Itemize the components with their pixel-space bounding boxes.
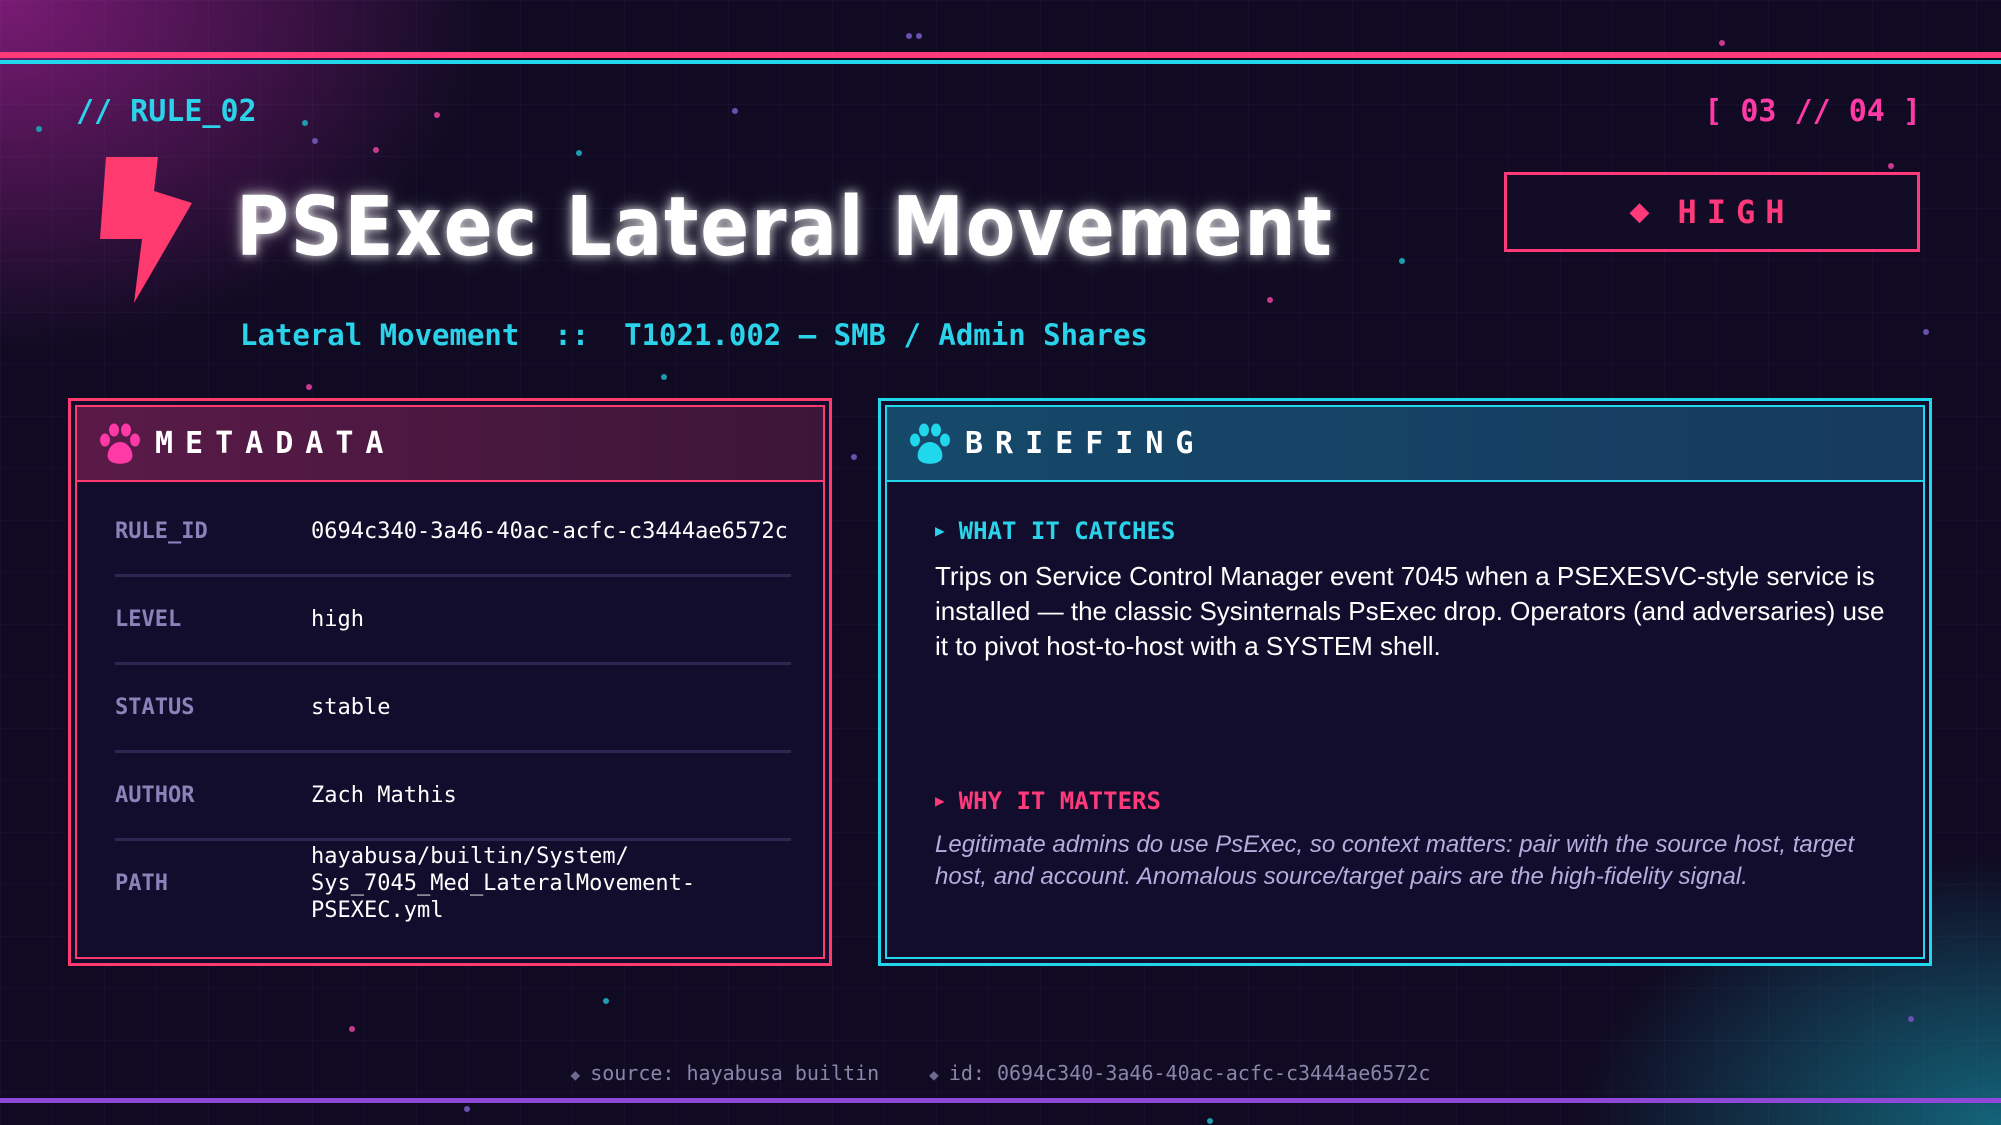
why-it-matters-heading: ▶ WHY IT MATTERS (935, 787, 1161, 815)
decorative-dot (1923, 329, 1929, 335)
paw-icon (100, 423, 140, 464)
decorative-dot (576, 150, 582, 156)
lightning-bolt-icon (100, 157, 192, 303)
level-value: high (311, 607, 364, 632)
table-row: LEVEL high (115, 577, 791, 665)
why-it-matters-text: Legitimate admins do use PsExec, so cont… (935, 831, 1855, 890)
footer-id-text: id: 0694c340-3a46-40ac-acfc-c3444ae6572c (948, 1061, 1431, 1085)
severity-badge: ◆ HIGH (1504, 172, 1920, 252)
rule-id-key: RULE_ID (115, 519, 208, 544)
triangle-right-icon: ▶ (935, 521, 945, 540)
what-it-catches-heading: ▶ WHAT IT CATCHES (935, 517, 1175, 545)
footer-id: ◆ id: 0694c340-3a46-40ac-acfc-c3444ae6572… (929, 1061, 1430, 1085)
decorative-dot (1207, 1118, 1213, 1124)
rule-tag: // RULE_02 (76, 94, 257, 129)
decorative-dot (906, 33, 912, 39)
briefing-title: BRIEFING (965, 426, 1206, 461)
status-value: stable (311, 695, 391, 720)
page-counter: [ 03 // 04 ] (1704, 94, 1921, 129)
path-value: hayabusa/builtin/System/ Sys_7045_Med_La… (311, 844, 696, 923)
decorative-dot (312, 138, 318, 144)
decorative-dot (1399, 258, 1405, 264)
what-it-catches-text: Trips on Service Control Manager event 7… (935, 561, 1885, 661)
table-row: STATUS stable (115, 665, 791, 753)
rule-subtitle: Lateral Movement :: T1021.002 — SMB / Ad… (240, 318, 1148, 352)
metadata-table: RULE_ID 0694c340-3a46-40ac-acfc-c3444ae6… (115, 489, 791, 926)
path-key: PATH (115, 871, 168, 896)
diamond-icon: ◆ (929, 1065, 939, 1084)
decorative-dot (1267, 297, 1273, 303)
briefing-panel: BRIEFING ▶ WHAT IT CATCHES Trips on Servi… (878, 398, 1932, 966)
what-it-catches-label: WHAT IT CATCHES (958, 517, 1176, 545)
footer: ◆ source: hayabusa builtin ◆ id: 0694c340-… (0, 1061, 2001, 1085)
triangle-right-icon: ▶ (935, 791, 945, 810)
table-row: AUTHOR Zach Mathis (115, 753, 791, 841)
metadata-title: METADATA (155, 426, 396, 461)
why-it-matters-label: WHY IT MATTERS (958, 787, 1161, 815)
author-key: AUTHOR (115, 783, 195, 808)
top-accent-line-cyan (0, 60, 2001, 64)
top-accent-line (0, 52, 2001, 58)
decorative-dot (851, 454, 857, 460)
decorative-dot (373, 147, 379, 153)
decorative-dot (1719, 40, 1725, 46)
footer-source: ◆ source: hayabusa builtin (571, 1061, 880, 1085)
decorative-dot (349, 1026, 355, 1032)
metadata-panel-header: METADATA (77, 407, 823, 482)
diamond-icon: ◆ (570, 1065, 581, 1084)
decorative-dot (1908, 1016, 1914, 1022)
decorative-dot (603, 998, 609, 1004)
decorative-dot (1888, 163, 1894, 169)
decorative-dot (36, 126, 42, 132)
diamond-icon: ◆ (1629, 197, 1650, 227)
decorative-dot (732, 108, 738, 114)
decorative-dot (306, 384, 312, 390)
table-row: PATH hayabusa/builtin/System/ Sys_7045_M… (115, 841, 791, 926)
decorative-dot (464, 1106, 470, 1112)
rule-id-value: 0694c340-3a46-40ac-acfc-c3444ae6572c (311, 519, 788, 544)
bottom-accent-line (0, 1098, 2001, 1103)
table-row: RULE_ID 0694c340-3a46-40ac-acfc-c3444ae6… (115, 489, 791, 577)
level-key: LEVEL (115, 607, 182, 632)
decorative-dot (661, 374, 667, 380)
author-value: Zach Mathis (311, 783, 457, 808)
metadata-panel: METADATA RULE_ID 0694c340-3a46-40ac-acfc… (68, 398, 832, 966)
rule-title: PSExec Lateral Movement (236, 180, 1334, 275)
status-key: STATUS (115, 695, 195, 720)
decorative-dot (916, 33, 922, 39)
decorative-dot (302, 120, 308, 126)
decorative-dot (434, 112, 440, 118)
briefing-panel-header: BRIEFING (887, 407, 1923, 482)
paw-icon (910, 423, 950, 464)
footer-source-text: source: hayabusa builtin (590, 1061, 880, 1085)
severity-label: HIGH (1677, 193, 1795, 231)
